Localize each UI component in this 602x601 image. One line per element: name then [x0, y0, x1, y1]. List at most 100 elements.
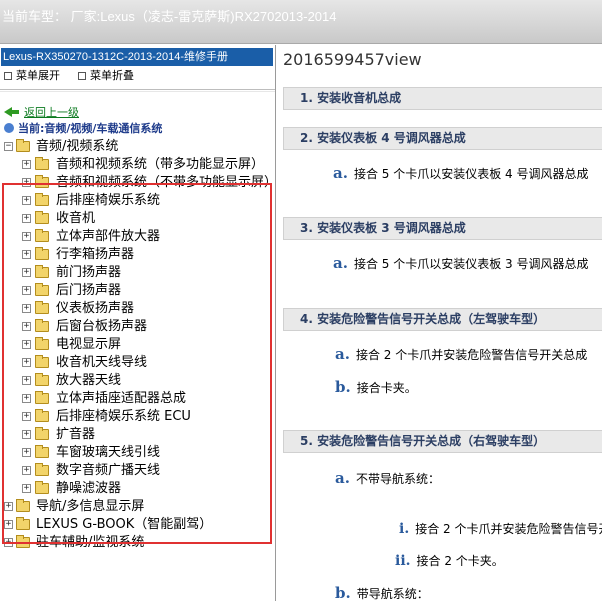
step-2-item-a: a. 接合 5 个卡爪以安装仪表板 4 号调风器总成: [333, 164, 588, 182]
folder-icon: [35, 481, 49, 494]
expand-toggle-icon[interactable]: +: [22, 196, 31, 205]
tree-node-child[interactable]: + 行李箱扬声器: [2, 246, 275, 264]
expand-all-button[interactable]: 菜单展开: [4, 69, 60, 83]
tree-node-sibling[interactable]: + 驻车辅助/监视系统: [2, 534, 275, 552]
tree-node-label[interactable]: 放大器天线: [56, 372, 121, 390]
folder-icon: [16, 535, 30, 548]
collapse-icon: [78, 72, 86, 80]
folder-icon: [35, 391, 49, 404]
tree-node-label[interactable]: 立体声插座适配器总成: [56, 390, 186, 408]
expand-toggle-icon[interactable]: +: [22, 232, 31, 241]
folder-icon: [35, 445, 49, 458]
tree-node-child[interactable]: + 前门扬声器: [2, 264, 275, 282]
tree-node-child[interactable]: + 收音机: [2, 210, 275, 228]
expand-toggle-icon[interactable]: +: [22, 178, 31, 187]
collapse-all-button[interactable]: 菜单折叠: [78, 69, 134, 83]
tree-node-child[interactable]: + 静噪滤波器: [2, 480, 275, 498]
step-header-5: 5. 安装危险警告信号开关总成（右驾驶车型）: [283, 430, 602, 453]
folder-icon: [35, 301, 49, 314]
tree-node-child[interactable]: + 后窗台板扬声器: [2, 318, 275, 336]
tree-node-label[interactable]: 扩音器: [56, 426, 95, 444]
tree-node-child[interactable]: + 音频和视频系统（不带多功能显示屏）: [2, 174, 275, 192]
step-5-item-a-ii: ii. 接合 2 个卡夹。: [395, 552, 504, 569]
expand-toggle-icon[interactable]: +: [22, 412, 31, 421]
expand-toggle-icon[interactable]: +: [22, 340, 31, 349]
expand-toggle-icon[interactable]: +: [4, 502, 13, 511]
tree-node-label[interactable]: 车窗玻璃天线引线: [56, 444, 160, 462]
tree-node-child[interactable]: + 音频和视频系统（带多功能显示屏）: [2, 156, 275, 174]
step-text: 接合 5 个卡爪以安装仪表板 3 号调风器总成: [353, 257, 589, 271]
tree-node-label[interactable]: 导航/多信息显示屏: [36, 498, 144, 516]
step-text: 接合卡夹。: [356, 381, 417, 395]
tree-node-label[interactable]: 驻车辅助/监视系统: [36, 534, 144, 552]
expand-toggle-icon[interactable]: +: [22, 430, 31, 439]
tree-node-label[interactable]: 收音机天线导线: [56, 354, 147, 372]
expand-toggle-icon[interactable]: +: [4, 538, 13, 547]
tree-node-label[interactable]: 后门扬声器: [56, 282, 121, 300]
tree-node-label[interactable]: 数字音频广播天线: [56, 462, 160, 480]
document-id: 2016599457view: [283, 50, 422, 69]
tree-node-label[interactable]: LEXUS G-BOOK（智能副驾）: [36, 516, 212, 534]
tree-node-sibling[interactable]: + 导航/多信息显示屏: [2, 498, 275, 516]
tree-node-label[interactable]: 音频和视频系统（不带多功能显示屏）: [56, 174, 275, 192]
expand-toggle-icon[interactable]: +: [22, 358, 31, 367]
tree-node-child[interactable]: + 立体声部件放大器: [2, 228, 275, 246]
collapse-all-label: 菜单折叠: [90, 69, 134, 82]
sidebar: Lexus-RX350270-1312C-2013-2014-维修手册 菜单展开…: [0, 45, 276, 601]
tree-node-sibling[interactable]: + LEXUS G-BOOK（智能副驾）: [2, 516, 275, 534]
tree-node-child[interactable]: + 收音机天线导线: [2, 354, 275, 372]
folder-icon: [35, 175, 49, 188]
expand-toggle-icon[interactable]: +: [22, 448, 31, 457]
tree-node-child[interactable]: + 后门扬声器: [2, 282, 275, 300]
tree-node-child[interactable]: + 立体声插座适配器总成: [2, 390, 275, 408]
tree-node-label[interactable]: 立体声部件放大器: [56, 228, 160, 246]
folder-icon: [35, 247, 49, 260]
expand-icon: [4, 72, 12, 80]
tree-node-child[interactable]: + 车窗玻璃天线引线: [2, 444, 275, 462]
tree-node-label[interactable]: 行李箱扬声器: [56, 246, 134, 264]
tree-node-root[interactable]: − 音频/视频系统: [2, 138, 275, 156]
back-link[interactable]: 返回上一级: [4, 104, 79, 120]
location-pin-icon: [4, 123, 14, 133]
expand-toggle-icon[interactable]: +: [22, 160, 31, 169]
tree-node-label[interactable]: 前门扬声器: [56, 264, 121, 282]
expand-toggle-icon[interactable]: +: [22, 394, 31, 403]
expand-toggle-icon[interactable]: +: [22, 268, 31, 277]
tree-node-child[interactable]: + 数字音频广播天线: [2, 462, 275, 480]
tree-node-label[interactable]: 音频/视频系统: [36, 138, 118, 156]
current-location-label: 当前:音频/视频/车载通信系统: [18, 122, 163, 135]
collapse-toggle-icon[interactable]: −: [4, 142, 13, 151]
step-header-1: 1. 安装收音机总成: [283, 87, 602, 110]
tree-node-label[interactable]: 静噪滤波器: [56, 480, 121, 498]
expand-toggle-icon[interactable]: +: [22, 322, 31, 331]
tree-node-child[interactable]: + 扩音器: [2, 426, 275, 444]
tree-node-child[interactable]: + 后排座椅娱乐系统: [2, 192, 275, 210]
step-4-item-b: b. 接合卡夹。: [335, 378, 417, 396]
expand-toggle-icon[interactable]: +: [22, 286, 31, 295]
tree-node-child[interactable]: + 仪表板扬声器: [2, 300, 275, 318]
expand-toggle-icon[interactable]: +: [22, 376, 31, 385]
tree-node-label[interactable]: 音频和视频系统（带多功能显示屏）: [56, 156, 264, 174]
tree-node-label[interactable]: 收音机: [56, 210, 95, 228]
folder-icon: [35, 355, 49, 368]
expand-toggle-icon[interactable]: +: [22, 250, 31, 259]
item-marker: a.: [335, 345, 350, 363]
item-marker: a.: [333, 254, 348, 272]
expand-toggle-icon[interactable]: +: [22, 214, 31, 223]
expand-toggle-icon[interactable]: +: [22, 304, 31, 313]
tree-node-label[interactable]: 仪表板扬声器: [56, 300, 134, 318]
tree-node-label[interactable]: 电视显示屏: [56, 336, 121, 354]
tree-node-label[interactable]: 后排座椅娱乐系统 ECU: [56, 408, 191, 426]
item-marker: i.: [399, 521, 410, 537]
expand-toggle-icon[interactable]: +: [22, 484, 31, 493]
tree-node-label[interactable]: 后排座椅娱乐系统: [56, 192, 160, 210]
tree-node-child[interactable]: + 电视显示屏: [2, 336, 275, 354]
tree-node-child[interactable]: + 放大器天线: [2, 372, 275, 390]
item-marker: b.: [335, 378, 351, 396]
expand-toggle-icon[interactable]: +: [4, 520, 13, 529]
folder-icon: [35, 463, 49, 476]
expand-toggle-icon[interactable]: +: [22, 466, 31, 475]
tree-node-label[interactable]: 后窗台板扬声器: [56, 318, 147, 336]
nav-tree: − 音频/视频系统 + 音频和视频系统（带多功能显示屏） + 音频和视频系统（不带多…: [2, 138, 275, 552]
tree-node-child[interactable]: + 后排座椅娱乐系统 ECU: [2, 408, 275, 426]
